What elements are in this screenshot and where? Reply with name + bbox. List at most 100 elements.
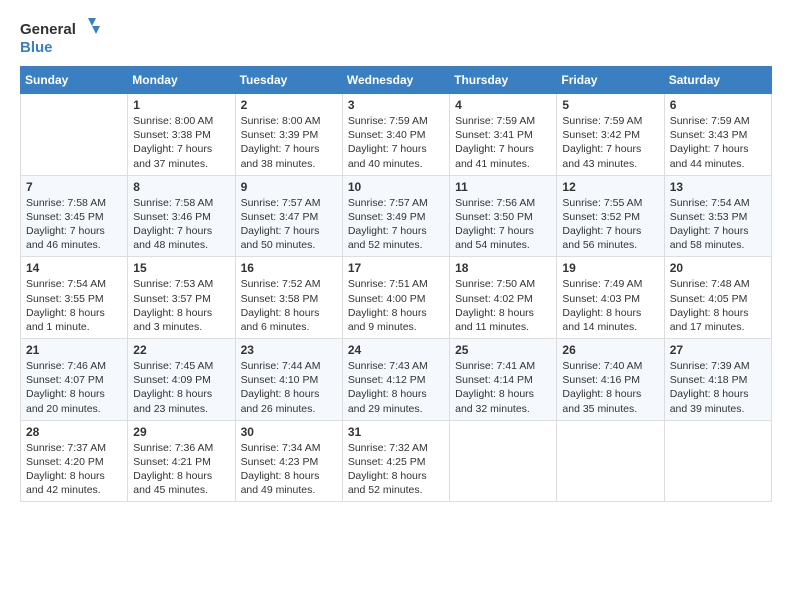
calendar-cell: 11 Sunrise: 7:56 AMSunset: 3:50 PMDayligh… bbox=[450, 175, 557, 257]
day-number: 6 bbox=[670, 98, 766, 112]
week-row-5: 28Sunrise: 7:37 AMSunset: 4:20 PMDayligh… bbox=[21, 420, 772, 502]
day-number: 12 bbox=[562, 180, 658, 194]
day-number: 13 bbox=[670, 180, 766, 194]
day-info: Sunrise: 7:46 AMSunset: 4:07 PMDaylight:… bbox=[26, 359, 122, 416]
calendar-cell: 31 Sunrise: 7:32 AMSunset: 4:25 PMDayligh… bbox=[342, 420, 449, 502]
day-info: Sunrise: 7:48 AMSunset: 4:05 PMDaylight:… bbox=[670, 277, 766, 334]
week-row-2: 7 Sunrise: 7:58 AMSunset: 3:45 PMDaylight… bbox=[21, 175, 772, 257]
weekday-header-tuesday: Tuesday bbox=[235, 67, 342, 94]
calendar-cell: 3 Sunrise: 7:59 AMSunset: 3:40 PMDaylight… bbox=[342, 94, 449, 176]
calendar-cell: 12 Sunrise: 7:55 AMSunset: 3:52 PMDayligh… bbox=[557, 175, 664, 257]
weekday-header-sunday: Sunday bbox=[21, 67, 128, 94]
day-info: Sunrise: 7:36 AMSunset: 4:21 PMDaylight:… bbox=[133, 441, 229, 498]
calendar-cell: 28Sunrise: 7:37 AMSunset: 4:20 PMDayligh… bbox=[21, 420, 128, 502]
calendar-cell: 21 Sunrise: 7:46 AMSunset: 4:07 PMDayligh… bbox=[21, 339, 128, 421]
day-info: Sunrise: 7:43 AMSunset: 4:12 PMDaylight:… bbox=[348, 359, 444, 416]
day-number: 26 bbox=[562, 343, 658, 357]
calendar-cell: 26 Sunrise: 7:40 AMSunset: 4:16 PMDayligh… bbox=[557, 339, 664, 421]
logo: General Blue bbox=[20, 16, 100, 58]
week-row-3: 14 Sunrise: 7:54 AMSunset: 3:55 PMDayligh… bbox=[21, 257, 772, 339]
day-info: Sunrise: 7:59 AMSunset: 3:40 PMDaylight:… bbox=[348, 114, 444, 171]
day-number: 19 bbox=[562, 261, 658, 275]
day-info: Sunrise: 7:54 AMSunset: 3:53 PMDaylight:… bbox=[670, 196, 766, 253]
day-number: 27 bbox=[670, 343, 766, 357]
calendar-cell: 14 Sunrise: 7:54 AMSunset: 3:55 PMDayligh… bbox=[21, 257, 128, 339]
day-info: Sunrise: 7:51 AMSunset: 4:00 PMDaylight:… bbox=[348, 277, 444, 334]
calendar-cell: 18 Sunrise: 7:50 AMSunset: 4:02 PMDayligh… bbox=[450, 257, 557, 339]
calendar-cell: 20 Sunrise: 7:48 AMSunset: 4:05 PMDayligh… bbox=[664, 257, 771, 339]
weekday-header-saturday: Saturday bbox=[664, 67, 771, 94]
day-info: Sunrise: 7:40 AMSunset: 4:16 PMDaylight:… bbox=[562, 359, 658, 416]
weekday-header-wednesday: Wednesday bbox=[342, 67, 449, 94]
day-info: Sunrise: 7:57 AMSunset: 3:49 PMDaylight:… bbox=[348, 196, 444, 253]
calendar-cell: 24Sunrise: 7:43 AMSunset: 4:12 PMDayligh… bbox=[342, 339, 449, 421]
day-info: Sunrise: 8:00 AMSunset: 3:39 PMDaylight:… bbox=[241, 114, 337, 171]
logo-svg: General Blue bbox=[20, 16, 100, 58]
day-info: Sunrise: 7:58 AMSunset: 3:46 PMDaylight:… bbox=[133, 196, 229, 253]
calendar-cell: 7 Sunrise: 7:58 AMSunset: 3:45 PMDaylight… bbox=[21, 175, 128, 257]
day-number: 18 bbox=[455, 261, 551, 275]
day-info: Sunrise: 7:32 AMSunset: 4:25 PMDaylight:… bbox=[348, 441, 444, 498]
day-number: 4 bbox=[455, 98, 551, 112]
day-number: 11 bbox=[455, 180, 551, 194]
day-info: Sunrise: 7:52 AMSunset: 3:58 PMDaylight:… bbox=[241, 277, 337, 334]
day-info: Sunrise: 7:55 AMSunset: 3:52 PMDaylight:… bbox=[562, 196, 658, 253]
day-info: Sunrise: 7:58 AMSunset: 3:45 PMDaylight:… bbox=[26, 196, 122, 253]
calendar-cell: 23 Sunrise: 7:44 AMSunset: 4:10 PMDayligh… bbox=[235, 339, 342, 421]
calendar-cell: 8 Sunrise: 7:58 AMSunset: 3:46 PMDaylight… bbox=[128, 175, 235, 257]
day-number: 10 bbox=[348, 180, 444, 194]
day-number: 7 bbox=[26, 180, 122, 194]
day-info: Sunrise: 7:49 AMSunset: 4:03 PMDaylight:… bbox=[562, 277, 658, 334]
header: General Blue bbox=[20, 16, 772, 58]
day-number: 3 bbox=[348, 98, 444, 112]
day-number: 31 bbox=[348, 425, 444, 439]
day-info: Sunrise: 7:59 AMSunset: 3:43 PMDaylight:… bbox=[670, 114, 766, 171]
day-number: 5 bbox=[562, 98, 658, 112]
calendar-cell: 30 Sunrise: 7:34 AMSunset: 4:23 PMDayligh… bbox=[235, 420, 342, 502]
day-info: Sunrise: 7:50 AMSunset: 4:02 PMDaylight:… bbox=[455, 277, 551, 334]
weekday-header-thursday: Thursday bbox=[450, 67, 557, 94]
calendar-cell: 5 Sunrise: 7:59 AMSunset: 3:42 PMDaylight… bbox=[557, 94, 664, 176]
day-number: 21 bbox=[26, 343, 122, 357]
day-info: Sunrise: 7:59 AMSunset: 3:41 PMDaylight:… bbox=[455, 114, 551, 171]
calendar-cell: 22Sunrise: 7:45 AMSunset: 4:09 PMDayligh… bbox=[128, 339, 235, 421]
day-number: 17 bbox=[348, 261, 444, 275]
day-info: Sunrise: 7:53 AMSunset: 3:57 PMDaylight:… bbox=[133, 277, 229, 334]
calendar-cell: 15Sunrise: 7:53 AMSunset: 3:57 PMDayligh… bbox=[128, 257, 235, 339]
day-info: Sunrise: 8:00 AMSunset: 3:38 PMDaylight:… bbox=[133, 114, 229, 171]
calendar-cell: 17 Sunrise: 7:51 AMSunset: 4:00 PMDayligh… bbox=[342, 257, 449, 339]
weekday-header-monday: Monday bbox=[128, 67, 235, 94]
day-number: 29 bbox=[133, 425, 229, 439]
day-number: 8 bbox=[133, 180, 229, 194]
day-info: Sunrise: 7:44 AMSunset: 4:10 PMDaylight:… bbox=[241, 359, 337, 416]
day-info: Sunrise: 7:45 AMSunset: 4:09 PMDaylight:… bbox=[133, 359, 229, 416]
day-info: Sunrise: 7:54 AMSunset: 3:55 PMDaylight:… bbox=[26, 277, 122, 334]
calendar-cell: 27Sunrise: 7:39 AMSunset: 4:18 PMDayligh… bbox=[664, 339, 771, 421]
calendar-cell: 25 Sunrise: 7:41 AMSunset: 4:14 PMDayligh… bbox=[450, 339, 557, 421]
day-info: Sunrise: 7:41 AMSunset: 4:14 PMDaylight:… bbox=[455, 359, 551, 416]
day-number: 30 bbox=[241, 425, 337, 439]
calendar-cell bbox=[557, 420, 664, 502]
week-row-4: 21 Sunrise: 7:46 AMSunset: 4:07 PMDayligh… bbox=[21, 339, 772, 421]
calendar-cell bbox=[664, 420, 771, 502]
day-number: 1 bbox=[133, 98, 229, 112]
day-number: 20 bbox=[670, 261, 766, 275]
weekday-header-row: SundayMondayTuesdayWednesdayThursdayFrid… bbox=[21, 67, 772, 94]
calendar-cell: 6 Sunrise: 7:59 AMSunset: 3:43 PMDaylight… bbox=[664, 94, 771, 176]
day-number: 23 bbox=[241, 343, 337, 357]
day-info: Sunrise: 7:56 AMSunset: 3:50 PMDaylight:… bbox=[455, 196, 551, 253]
calendar-cell: 13 Sunrise: 7:54 AMSunset: 3:53 PMDayligh… bbox=[664, 175, 771, 257]
calendar-cell: 19 Sunrise: 7:49 AMSunset: 4:03 PMDayligh… bbox=[557, 257, 664, 339]
day-info: Sunrise: 7:57 AMSunset: 3:47 PMDaylight:… bbox=[241, 196, 337, 253]
calendar-table: SundayMondayTuesdayWednesdayThursdayFrid… bbox=[20, 66, 772, 502]
calendar-cell bbox=[450, 420, 557, 502]
svg-text:General: General bbox=[20, 21, 76, 38]
day-info: Sunrise: 7:59 AMSunset: 3:42 PMDaylight:… bbox=[562, 114, 658, 171]
calendar-cell: 16Sunrise: 7:52 AMSunset: 3:58 PMDayligh… bbox=[235, 257, 342, 339]
day-info: Sunrise: 7:34 AMSunset: 4:23 PMDaylight:… bbox=[241, 441, 337, 498]
day-number: 25 bbox=[455, 343, 551, 357]
day-number: 14 bbox=[26, 261, 122, 275]
calendar-cell: 9Sunrise: 7:57 AMSunset: 3:47 PMDaylight… bbox=[235, 175, 342, 257]
calendar-cell: 10 Sunrise: 7:57 AMSunset: 3:49 PMDayligh… bbox=[342, 175, 449, 257]
day-number: 28 bbox=[26, 425, 122, 439]
